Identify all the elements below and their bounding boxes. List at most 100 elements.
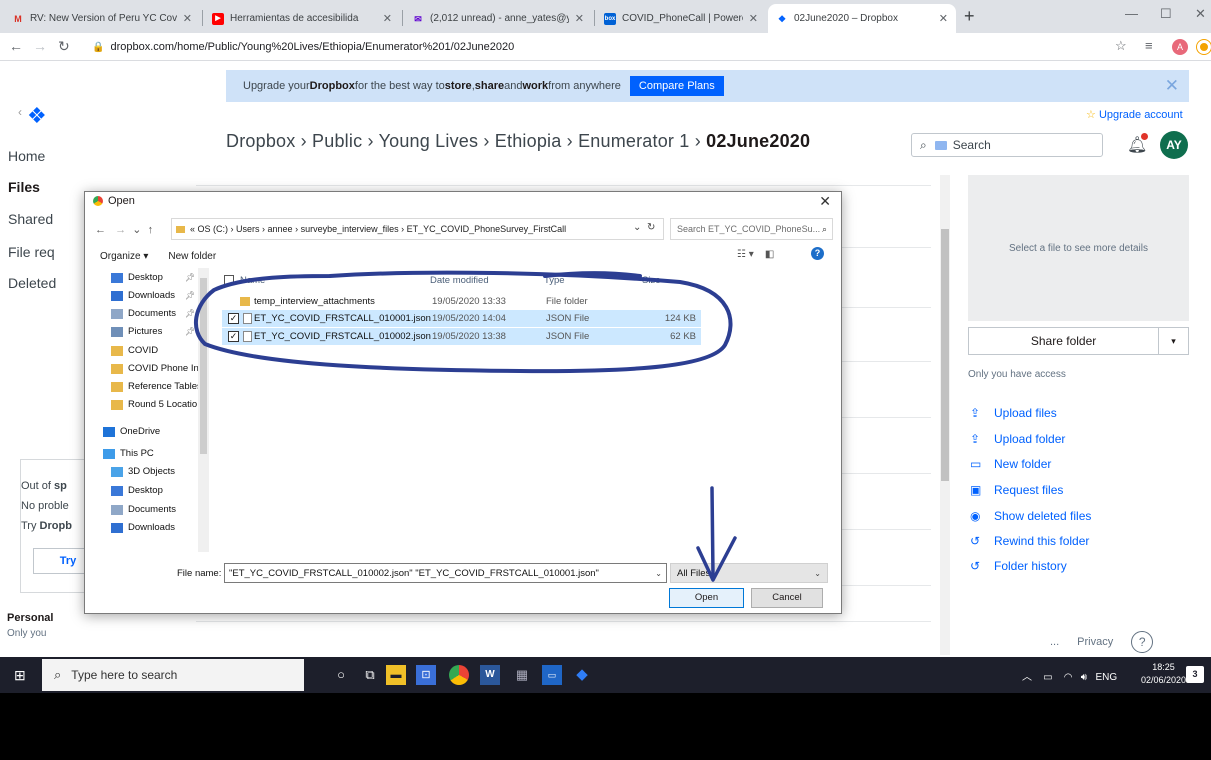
dropbox-logo[interactable]: ❖ [27, 103, 47, 129]
nav-shared[interactable]: Shared [8, 211, 53, 227]
show-deleted-files-action[interactable]: ◉ Show deleted files [970, 509, 1091, 523]
file-checkbox[interactable]: ✓ [228, 331, 239, 342]
nav-file-requests[interactable]: File req [8, 244, 55, 260]
nav-pane-item[interactable]: Desktop [111, 272, 163, 283]
recent-locations-icon[interactable]: ⌄ [132, 224, 141, 236]
file-row[interactable]: ✓ ET_YC_COVID_FRSTCALL_010001.json 19/05/2… [222, 310, 701, 327]
privacy-link[interactable]: Privacy [1077, 636, 1113, 648]
reload-icon[interactable]: ↻ [58, 38, 70, 55]
up-arrow-icon[interactable]: ↑ [148, 224, 154, 236]
refresh-icon[interactable]: ↻ [647, 222, 655, 233]
taskbar-search-input[interactable]: ⌕ Type here to search [42, 659, 304, 691]
nav-pane-item[interactable]: Desktop [111, 485, 163, 496]
scrollbar-thumb[interactable] [200, 278, 207, 454]
nav-pane-item[interactable]: OneDrive [103, 426, 160, 437]
window-icon[interactable]: ▭ [542, 665, 562, 685]
chevron-down-icon[interactable]: ▾ [1158, 328, 1188, 354]
nav-pane-item[interactable]: Downloads [111, 290, 175, 301]
more-icon[interactable]: ... [1050, 636, 1059, 648]
scrollbar-thumb[interactable] [941, 229, 949, 481]
help-icon[interactable]: ? [1131, 631, 1154, 653]
nav-pane-item[interactable]: 3D Objects [111, 466, 175, 477]
clock[interactable]: 18:25 02/06/2020 [1141, 661, 1186, 687]
close-tab-icon[interactable]: ✕ [749, 12, 758, 25]
nav-pane-item[interactable]: This PC [103, 448, 154, 459]
cortana-icon[interactable]: ○ [331, 665, 351, 685]
tab-yahoo-mail[interactable]: ✉ (2,012 unread) - anne_yates@yal ✕ [404, 4, 592, 33]
chevron-up-icon[interactable]: ︿ [1022, 672, 1032, 683]
request-files-action[interactable]: ▣ Request files [970, 483, 1063, 497]
chrome-taskbar-icon[interactable] [449, 665, 469, 685]
compare-plans-button[interactable]: Compare Plans [629, 76, 724, 96]
new-folder-action[interactable]: ▭ New folder [970, 457, 1051, 471]
column-type[interactable]: Type [544, 275, 565, 286]
file-row[interactable]: temp_interview_attachments 19/05/2020 13:… [222, 293, 701, 310]
windows-start-icon[interactable]: ⊞ [14, 667, 26, 684]
file-row[interactable]: ✓ ET_YC_COVID_FRSTCALL_010002.json 19/05/2… [222, 328, 701, 345]
nav-pane-item[interactable]: Documents [111, 504, 176, 515]
new-tab-button[interactable]: + [964, 6, 975, 27]
rewind-folder-action[interactable]: ↺ Rewind this folder [970, 534, 1089, 548]
upload-files-action[interactable]: ⇪ Upload files [970, 406, 1057, 420]
maximize-icon[interactable]: ☐ [1160, 6, 1172, 22]
nav-pane-item[interactable]: Downloads [111, 522, 175, 533]
droplet-icon[interactable]: ◆ [572, 665, 592, 685]
profile-avatar[interactable]: A [1172, 39, 1188, 55]
minimize-icon[interactable]: — [1125, 6, 1138, 21]
address-path[interactable]: « OS (C:) › Users › annee › surveybe_int… [171, 218, 664, 240]
breadcrumb-item[interactable]: Ethiopia [495, 131, 562, 151]
star-icon[interactable]: ☆ [1115, 38, 1127, 54]
back-arrow-icon[interactable]: ← [95, 224, 106, 236]
file-explorer-icon[interactable]: ▬ [386, 665, 406, 685]
path-segment[interactable]: ET_YC_COVID_PhoneSurvey_FirstCall [407, 224, 567, 234]
breadcrumb-item[interactable]: Enumerator 1 [578, 131, 689, 151]
file-type-filter[interactable]: All Files ⌄ [670, 563, 828, 583]
nav-pane-item[interactable]: Documents [111, 308, 176, 319]
nav-files[interactable]: Files [8, 179, 40, 195]
close-tab-icon[interactable]: ✕ [575, 12, 584, 25]
tab-gmail[interactable]: M RV: New Version of Peru YC Covi ✕ [4, 4, 200, 33]
address-bar[interactable]: 🔒 dropbox.com/home/Public/Young%20Lives/… [92, 36, 1192, 58]
tab-box[interactable]: box COVID_PhoneCall | Powered by B ✕ [596, 4, 766, 33]
help-icon[interactable]: ? [811, 247, 824, 260]
language-indicator[interactable]: ENG [1095, 672, 1117, 683]
forward-arrow-icon[interactable]: → [33, 38, 47, 54]
nav-deleted[interactable]: Deleted [8, 275, 56, 291]
nav-home[interactable]: Home [8, 148, 45, 164]
new-folder-button[interactable]: New folder [168, 251, 216, 262]
close-tab-icon[interactable]: ✕ [939, 12, 948, 25]
chevron-left-icon[interactable]: ‹ [18, 105, 22, 119]
close-dialog-icon[interactable]: ✕ [819, 193, 831, 210]
nav-pane-item[interactable]: Round 5 Locatio [111, 399, 197, 410]
tab-dropbox[interactable]: ❖ 02June2020 – Dropbox ✕ [768, 4, 956, 33]
chevron-down-icon[interactable]: ⌄ [655, 569, 662, 578]
nav-pane-item[interactable]: COVID Phone Int [111, 363, 201, 374]
tab-accessibility[interactable]: ▶ Herramientas de accesibilida ✕ [204, 4, 400, 33]
store-icon[interactable]: ⊡ [416, 665, 436, 685]
dropbox-search-input[interactable]: ⌕ Search [911, 133, 1103, 157]
path-segment[interactable]: annee [268, 224, 293, 234]
chevron-down-icon[interactable]: ⌄ [633, 222, 641, 233]
nav-pane-item[interactable]: Reference Tables [111, 381, 202, 392]
path-segment[interactable]: Users [236, 224, 260, 234]
app-icon[interactable]: ▦ [512, 665, 532, 685]
column-date[interactable]: Date modified [430, 275, 489, 286]
organize-button[interactable]: Organize ▾ [100, 251, 148, 262]
close-tab-icon[interactable]: ✕ [383, 12, 392, 25]
breadcrumb-item[interactable]: Young Lives [379, 131, 479, 151]
extension-icon[interactable] [1197, 40, 1211, 54]
account-avatar[interactable]: AY [1160, 131, 1188, 159]
wifi-icon[interactable]: ◠ [1064, 672, 1073, 683]
column-size[interactable]: Size [642, 275, 660, 286]
breadcrumb-item[interactable]: Public [312, 131, 362, 151]
file-name-input[interactable]: "ET_YC_COVID_FRSTCALL_010002.json" "ET_Y… [224, 563, 667, 583]
path-segment[interactable]: « OS (C:) [190, 224, 228, 234]
upgrade-account-link[interactable]: ☆ Upgrade account [1086, 108, 1183, 121]
close-tab-icon[interactable]: ✕ [183, 12, 192, 25]
word-icon[interactable]: W [480, 665, 500, 685]
column-name[interactable]: Name [240, 275, 265, 286]
breadcrumb-item[interactable]: Dropbox [226, 131, 295, 151]
close-window-icon[interactable]: ✕ [1195, 6, 1206, 22]
open-button[interactable]: Open [669, 588, 744, 608]
preview-pane-icon[interactable]: ◧ [765, 249, 774, 260]
